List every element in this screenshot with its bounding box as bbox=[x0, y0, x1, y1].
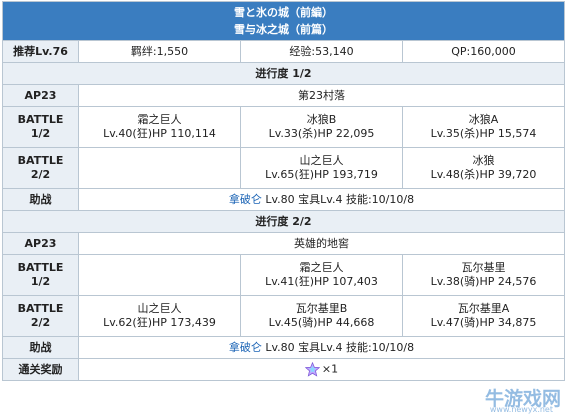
support-info: 拿破仑 Lv.80 宝具Lv.4 技能:10/10/8 bbox=[79, 189, 565, 211]
location-name: 第23村落 bbox=[79, 85, 565, 107]
battle-wave-text: 1/2 bbox=[3, 127, 78, 141]
enemy-cell: 冰狼 Lv.48(杀)HP 39,720 bbox=[403, 148, 565, 189]
enemy-name: 瓦尔基里 bbox=[403, 261, 564, 275]
quest-table: 雪と氷の城（前編） 雪与冰之城（前篇） 推荐Lv.76 羁绊:1,550 经验:… bbox=[2, 1, 565, 381]
watermark-url: www.newyx.net bbox=[490, 405, 553, 414]
enemy-stats: Lv.40(狂)HP 110,114 bbox=[79, 127, 240, 141]
enemy-name: 霜之巨人 bbox=[79, 113, 240, 127]
battle-label: BATTLE 1/2 bbox=[3, 255, 79, 296]
reward-count: ×1 bbox=[322, 363, 338, 376]
battle-label-text: BATTLE bbox=[3, 261, 78, 275]
battle-wave-text: 2/2 bbox=[3, 168, 78, 182]
enemy-cell: 霜之巨人 Lv.40(狂)HP 110,114 bbox=[79, 107, 241, 148]
ap-cost: AP23 bbox=[3, 233, 79, 255]
battle-label-text: BATTLE bbox=[3, 302, 78, 316]
support-info: 拿破仑 Lv.80 宝具Lv.4 技能:10/10/8 bbox=[79, 337, 565, 359]
enemy-name: 瓦尔基里A bbox=[403, 302, 564, 316]
enemy-cell: 山之巨人 Lv.65(狂)HP 193,719 bbox=[241, 148, 403, 189]
bond-value: 羁绊:1,550 bbox=[79, 41, 241, 63]
enemy-name: 霜之巨人 bbox=[241, 261, 402, 275]
enemy-stats: Lv.45(骑)HP 44,668 bbox=[241, 316, 402, 330]
battle-label: BATTLE 2/2 bbox=[3, 148, 79, 189]
enemy-name: 冰狼 bbox=[403, 154, 564, 168]
enemy-cell: 山之巨人 Lv.62(狂)HP 173,439 bbox=[79, 296, 241, 337]
support-label: 助战 bbox=[3, 337, 79, 359]
enemy-cell: 瓦尔基里A Lv.47(骑)HP 34,875 bbox=[403, 296, 565, 337]
exp-value: 经验:53,140 bbox=[241, 41, 403, 63]
enemy-cell: 瓦尔基里 Lv.38(骑)HP 24,576 bbox=[403, 255, 565, 296]
support-detail: Lv.80 宝具Lv.4 技能:10/10/8 bbox=[262, 341, 414, 354]
reward-info: ×1 bbox=[79, 359, 565, 381]
enemy-cell bbox=[79, 255, 241, 296]
recommend-level: 推荐Lv.76 bbox=[3, 41, 79, 63]
ap-cost: AP23 bbox=[3, 85, 79, 107]
enemy-name: 冰狼B bbox=[241, 113, 402, 127]
enemy-stats: Lv.41(狂)HP 107,403 bbox=[241, 275, 402, 289]
battle-wave-text: 1/2 bbox=[3, 275, 78, 289]
enemy-stats: Lv.47(骑)HP 34,875 bbox=[403, 316, 564, 330]
qp-value: QP:160,000 bbox=[403, 41, 565, 63]
enemy-stats: Lv.35(杀)HP 15,574 bbox=[403, 127, 564, 141]
support-servant-link[interactable]: 拿破仑 bbox=[229, 193, 262, 206]
battle-label-text: BATTLE bbox=[3, 154, 78, 168]
battle-label: BATTLE 2/2 bbox=[3, 296, 79, 337]
enemy-name: 山之巨人 bbox=[79, 302, 240, 316]
battle-wave-text: 2/2 bbox=[3, 316, 78, 330]
enemy-stats: Lv.48(杀)HP 39,720 bbox=[403, 168, 564, 182]
support-label: 助战 bbox=[3, 189, 79, 211]
enemy-cell: 瓦尔基里B Lv.45(骑)HP 44,668 bbox=[241, 296, 403, 337]
battle-label: BATTLE 1/2 bbox=[3, 107, 79, 148]
enemy-name: 瓦尔基里B bbox=[241, 302, 402, 316]
enemy-cell bbox=[79, 148, 241, 189]
enemy-cell: 霜之巨人 Lv.41(狂)HP 107,403 bbox=[241, 255, 403, 296]
enemy-stats: Lv.62(狂)HP 173,439 bbox=[79, 316, 240, 330]
enemy-name: 冰狼A bbox=[403, 113, 564, 127]
enemy-cell: 冰狼B Lv.33(杀)HP 22,095 bbox=[241, 107, 403, 148]
quest-title-jp: 雪と氷の城（前編） bbox=[3, 4, 564, 21]
quest-title-cn: 雪与冰之城（前篇） bbox=[3, 21, 564, 38]
location-name: 英雄的地窖 bbox=[79, 233, 565, 255]
support-detail: Lv.80 宝具Lv.4 技能:10/10/8 bbox=[262, 193, 414, 206]
progress-header-2: 进行度 2/2 bbox=[3, 211, 565, 233]
enemy-name: 山之巨人 bbox=[241, 154, 402, 168]
star-quartz-icon bbox=[305, 362, 320, 377]
battle-label-text: BATTLE bbox=[3, 113, 78, 127]
quest-title: 雪と氷の城（前編） 雪与冰之城（前篇） bbox=[3, 2, 565, 41]
enemy-stats: Lv.38(骑)HP 24,576 bbox=[403, 275, 564, 289]
support-servant-link[interactable]: 拿破仑 bbox=[229, 341, 262, 354]
enemy-stats: Lv.33(杀)HP 22,095 bbox=[241, 127, 402, 141]
reward-label: 通关奖励 bbox=[3, 359, 79, 381]
enemy-stats: Lv.65(狂)HP 193,719 bbox=[241, 168, 402, 182]
enemy-cell: 冰狼A Lv.35(杀)HP 15,574 bbox=[403, 107, 565, 148]
progress-header-1: 进行度 1/2 bbox=[3, 63, 565, 85]
